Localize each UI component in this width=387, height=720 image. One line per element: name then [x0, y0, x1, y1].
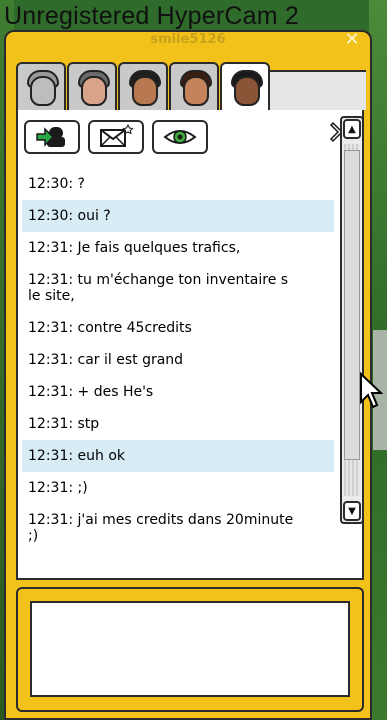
follow-user-button[interactable]	[24, 120, 80, 154]
chat-message: 12:31: Je fais quelques trafics,	[22, 232, 334, 264]
tab-strip-background	[270, 70, 366, 110]
chat-message: 12:31: stp	[22, 408, 334, 440]
view-profile-button[interactable]	[152, 120, 208, 154]
message-text: contre 45credits	[77, 320, 192, 336]
scroll-up-button[interactable]: ▲	[343, 119, 361, 139]
chat-message: 12:31: euh ok	[22, 440, 334, 472]
message-text: euh ok	[77, 448, 125, 464]
tab-friend-3[interactable]	[118, 62, 168, 110]
chat-message: 12:30: oui ?	[22, 200, 334, 232]
message-text: ;)	[77, 480, 88, 496]
recorder-watermark: Unregistered HyperCam 2	[4, 2, 299, 30]
follow-user-icon	[36, 127, 65, 147]
message-time: 12:31:	[28, 512, 74, 528]
chat-message: 12:30: ?	[22, 168, 334, 200]
avatar-icon	[30, 76, 56, 106]
chat-message: 12:31: car il est grand	[22, 344, 334, 376]
tab-friend-2[interactable]	[67, 62, 117, 110]
message-time: 12:30:	[28, 208, 74, 224]
chat-message: 12:31: j'ai mes credits dans 20minute ;)	[22, 504, 334, 552]
scroll-down-button[interactable]: ▼	[343, 501, 361, 521]
message-text: oui ?	[77, 208, 111, 224]
message-time: 12:31:	[28, 272, 74, 288]
scroll-thumb[interactable]	[344, 150, 360, 460]
close-icon[interactable]: ✕	[342, 30, 362, 50]
chat-message: 12:31: tu m'échange ton inventaire s le …	[22, 264, 334, 312]
friend-tabs	[16, 62, 271, 112]
chat-panel: 12:30: ? 12:30: oui ? 12:31: Je fais quelq…	[16, 110, 364, 580]
message-text: car il est grand	[77, 352, 184, 368]
avatar-icon	[81, 76, 107, 106]
arrow-up-icon: ▲	[348, 123, 356, 135]
window-titlebar[interactable]: smile5126 ✕	[6, 30, 370, 54]
message-time: 12:30:	[28, 176, 74, 192]
avatar-icon	[234, 76, 260, 106]
message-time: 12:31:	[28, 448, 74, 464]
avatar-icon	[183, 76, 209, 106]
view-profile-icon	[163, 130, 197, 144]
message-time: 12:31:	[28, 416, 74, 432]
message-text: stp	[77, 416, 100, 432]
message-time: 12:31:	[28, 240, 74, 256]
arrow-down-icon: ▼	[348, 505, 356, 517]
chat-message: 12:31: contre 45credits	[22, 312, 334, 344]
message-time: 12:31:	[28, 384, 74, 400]
message-time: 12:31:	[28, 480, 74, 496]
scroll-track[interactable]	[344, 144, 360, 496]
chat-message: 12:31: ;)	[22, 472, 334, 504]
message-time: 12:31:	[28, 352, 74, 368]
message-time: 12:31:	[28, 320, 74, 336]
tab-friend-1[interactable]	[16, 62, 66, 110]
message-list[interactable]: 12:30: ? 12:30: oui ? 12:31: Je fais quelq…	[22, 168, 334, 576]
message-text: Je fais quelques trafics,	[77, 240, 241, 256]
message-text: + des He's	[77, 384, 154, 400]
chat-input[interactable]	[30, 601, 350, 697]
chat-input-container	[16, 587, 364, 712]
chat-window: smile5126 ✕ 12:30: ? 12:30: oui ? 12:31:…	[4, 30, 372, 720]
avatar-icon	[132, 76, 158, 106]
message-text: ?	[77, 176, 85, 192]
tab-friend-5[interactable]	[220, 62, 270, 112]
window-title: smile5126	[150, 32, 226, 47]
mouse-cursor-icon	[360, 372, 383, 409]
send-message-button[interactable]	[88, 120, 144, 154]
send-message-icon	[100, 124, 134, 147]
scrollbar[interactable]: ▲ ▼	[340, 116, 364, 524]
chat-message: 12:31: + des He's	[22, 376, 334, 408]
tab-friend-4[interactable]	[169, 62, 219, 110]
